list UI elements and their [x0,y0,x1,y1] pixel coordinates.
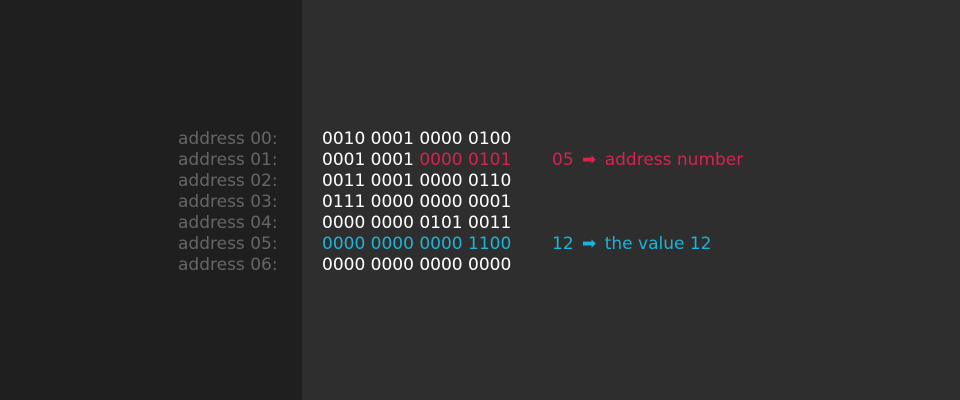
binary-word: 0010 0001 0000 0100 [322,129,511,150]
memory-row-02: address 02: 0011 0001 0000 0110 [0,171,960,192]
binary-word: 0011 0001 0000 0110 [322,171,511,192]
address-label: address 02: [178,171,278,191]
binary-word-plain: 0011 0001 0000 0110 [322,171,512,191]
address-label: address 05: [178,234,278,254]
binary-word-plain: 0000 0000 0000 0000 [322,255,512,275]
annotation-value: 05 [552,150,574,170]
binary-word: 0000 0000 0000 1100 [322,234,511,255]
binary-word-plain: 0000 0000 0101 0011 [322,213,512,233]
address-label: address 00: [178,129,278,149]
memory-row-04: address 04: 0000 0000 0101 0011 [0,213,960,234]
binary-word: 0000 0000 0000 0000 [322,255,511,276]
right-arrow-icon: ➡ [582,234,597,254]
binary-word: 0001 0001 0000 0101 [322,150,511,171]
annotation-value: 12 [552,234,574,254]
address-label: address 04: [178,213,278,233]
annotation-text: the value 12 [604,234,712,254]
memory-table: address 00: 0010 0001 0000 0100 address … [0,129,960,276]
memory-row-06: address 06: 0000 0000 0000 0000 [0,255,960,276]
binary-word: 0111 0000 0000 0001 [322,192,511,213]
binary-word-highlight-blue: 0000 0000 0000 1100 [322,234,512,254]
binary-word-plain: 0001 0001 [322,150,420,170]
annotation-address-number: 05 ➡ address number [552,150,743,171]
address-label: address 03: [178,192,278,212]
binary-word-plain: 0111 0000 0000 0001 [322,192,512,212]
binary-word: 0000 0000 0101 0011 [322,213,511,234]
binary-word-highlight-red: 0000 0101 [419,150,512,170]
binary-word-plain: 0010 0001 0000 0100 [322,129,512,149]
right-arrow-icon: ➡ [582,150,597,170]
memory-row-01: address 01: 0001 0001 0000 0101 05 ➡ add… [0,150,960,171]
memory-row-05: address 05: 0000 0000 0000 1100 12 ➡ the… [0,234,960,255]
memory-row-03: address 03: 0111 0000 0000 0001 [0,192,960,213]
annotation-text: address number [604,150,744,170]
memory-row-00: address 00: 0010 0001 0000 0100 [0,129,960,150]
address-label: address 06: [178,255,278,275]
annotation-value-12: 12 ➡ the value 12 [552,234,711,255]
address-label: address 01: [178,150,278,170]
